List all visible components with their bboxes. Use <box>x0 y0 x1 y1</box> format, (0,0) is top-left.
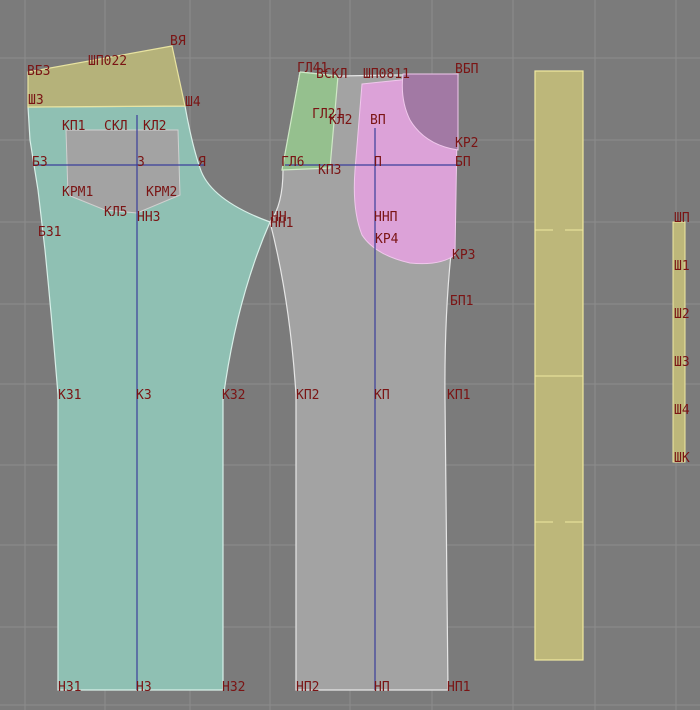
label-back-4: БЗ1 <box>38 225 61 240</box>
label-front-6: ННП <box>374 210 397 225</box>
label-back-5: КЗ1 <box>58 388 81 403</box>
label-back-pocket-1: СКЛ <box>104 119 127 134</box>
label-front-5: НН1 <box>270 216 293 231</box>
label-fly-2: КЛ2 <box>329 113 352 128</box>
label-belt-5: ШК <box>674 451 690 466</box>
label-front-11: КП <box>374 388 390 403</box>
label-belt-1: Ш1 <box>674 259 690 274</box>
label-back-1: З <box>137 155 145 170</box>
label-back-3: ННЗ <box>137 210 160 225</box>
label-belt-0: ШП <box>674 211 690 226</box>
label-front-top-1: ШП0811 <box>363 67 410 82</box>
label-back-0: БЗ <box>32 155 48 170</box>
label-front-0: ВП <box>370 113 386 128</box>
label-front-9: БП1 <box>450 294 473 309</box>
label-front-13: НП2 <box>296 680 319 695</box>
belt-loop-strip[interactable] <box>672 221 686 463</box>
label-back-yoke-1: ШП022 <box>88 54 127 69</box>
label-front-top-2: ВБП <box>455 62 478 77</box>
label-front-top-0: ВСКЛ <box>316 67 347 82</box>
back-pocket[interactable] <box>65 129 181 214</box>
label-fly-4: КП3 <box>318 163 341 178</box>
label-front-1: КР2 <box>455 136 478 151</box>
label-front-15: НП1 <box>447 680 470 695</box>
label-front-8: КР3 <box>452 248 475 263</box>
label-back-pocket-3: КРМ1 <box>62 185 93 200</box>
label-back-yoke-3: Ш3 <box>28 93 44 108</box>
label-back-2: Я <box>198 155 206 170</box>
label-back-pocket-4: КРМ2 <box>146 185 177 200</box>
label-fly-3: ГЛ6 <box>281 155 304 170</box>
label-back-yoke-4: Ш4 <box>185 95 201 110</box>
label-front-12: КП1 <box>447 388 470 403</box>
label-back-9: НЗ <box>136 680 152 695</box>
label-belt-2: Ш2 <box>674 307 690 322</box>
label-back-pocket-2: КЛ2 <box>143 119 166 134</box>
label-back-pocket-5: КЛ5 <box>104 205 127 220</box>
label-front-14: НП <box>374 680 390 695</box>
label-back-7: КЗ2 <box>222 388 245 403</box>
label-back-6: КЗ <box>136 388 152 403</box>
label-back-8: НЗ1 <box>58 680 81 695</box>
pattern-canvas: ВБЗ ШП022 ВЯ Ш3 Ш4 КП1 СКЛ КЛ2 КРМ1 КРМ2… <box>0 0 700 710</box>
label-belt-4: Ш4 <box>674 403 690 418</box>
label-back-yoke-0: ВБЗ <box>27 64 50 79</box>
label-front-3: БП <box>455 155 471 170</box>
label-front-2: П <box>374 155 382 170</box>
label-back-pocket-0: КП1 <box>62 119 85 134</box>
waistband-piece[interactable] <box>534 70 584 661</box>
label-back-10: НЗ2 <box>222 680 245 695</box>
label-back-yoke-2: ВЯ <box>170 34 186 49</box>
label-belt-3: Ш3 <box>674 355 690 370</box>
label-front-7: КР4 <box>375 232 399 247</box>
label-front-10: КП2 <box>296 388 319 403</box>
